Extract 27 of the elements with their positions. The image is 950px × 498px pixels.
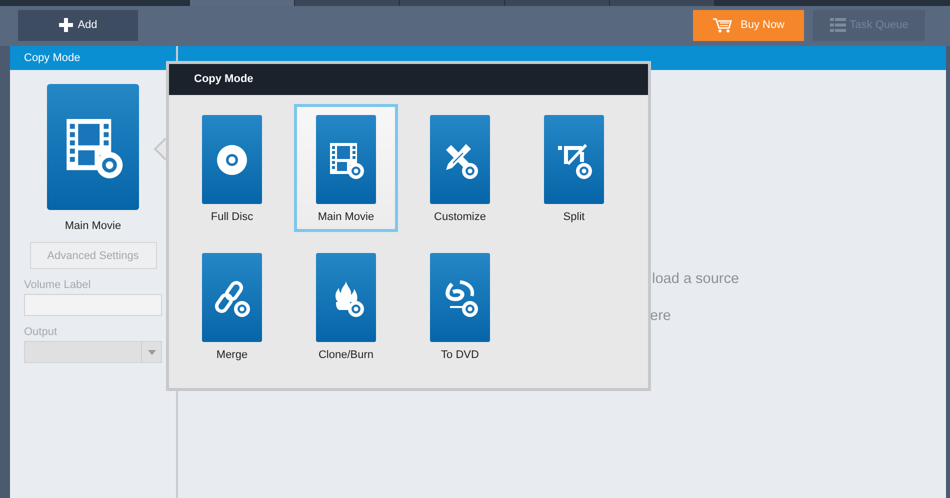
caret-icon — [148, 350, 156, 354]
mode-button[interactable]: To DVD — [408, 242, 512, 370]
field-label: Output — [24, 326, 58, 338]
list-icon — [830, 17, 846, 33]
output-dropdown[interactable] — [24, 341, 162, 363]
cart-icon — [712, 17, 732, 33]
mode-button[interactable]: Merge — [180, 242, 284, 370]
plus-icon — [58, 18, 73, 32]
tab[interactable] — [400, 0, 504, 6]
tab[interactable] — [505, 0, 609, 6]
mode-label: Main Movie — [64, 220, 122, 232]
add-button[interactable]: Add — [18, 10, 138, 40]
mode-button[interactable]: Clone/Burn — [294, 242, 398, 370]
mode-button[interactable]: Main Movie — [294, 104, 398, 232]
tab[interactable] — [190, 0, 294, 6]
tab[interactable] — [610, 0, 714, 6]
mode-button[interactable]: Full Disc — [180, 104, 284, 232]
sidebar-header: Copy Mode — [10, 46, 176, 70]
mode-tile[interactable] — [47, 84, 139, 210]
volume-label-field[interactable] — [24, 294, 162, 316]
hint-text: load a source — [652, 271, 740, 287]
mode-button[interactable]: Split — [522, 104, 626, 232]
mode-button[interactable]: Customize — [408, 104, 512, 232]
field-label: Volume Label — [24, 279, 91, 291]
popup-title: Copy Mode — [169, 64, 648, 95]
hint-text: ere — [650, 308, 671, 324]
tab[interactable] — [295, 0, 399, 6]
